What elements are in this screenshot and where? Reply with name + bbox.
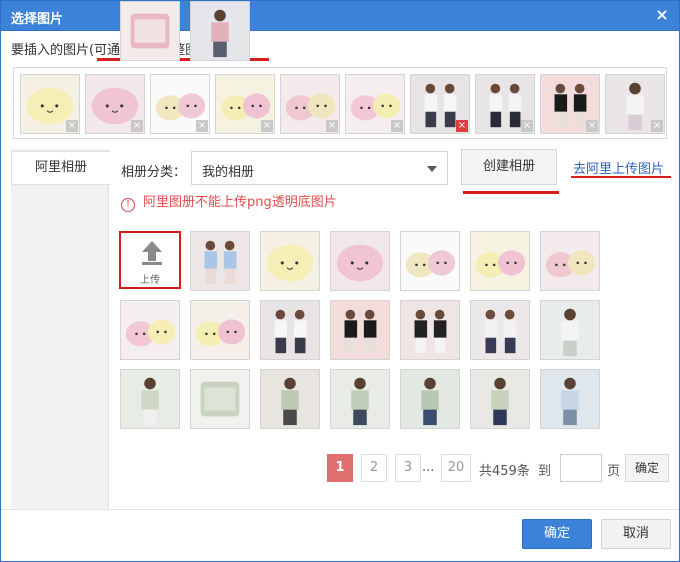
total-count: 共459条: [479, 464, 530, 479]
page-number-input[interactable]: [560, 454, 602, 482]
gallery-image[interactable]: [470, 369, 530, 429]
selected-thumb[interactable]: ×: [215, 74, 275, 134]
dialog-title: 选择图片: [11, 12, 64, 27]
upload-arrow-icon: [142, 241, 162, 265]
page-20[interactable]: 20: [441, 454, 471, 482]
gallery-image[interactable]: [190, 1, 250, 61]
gallery-image[interactable]: [120, 1, 180, 61]
gallery-image[interactable]: [330, 369, 390, 429]
gallery-image[interactable]: [330, 300, 390, 360]
cancel-button[interactable]: 取消: [601, 519, 671, 549]
remove-icon[interactable]: ×: [261, 120, 273, 132]
create-underline: [463, 191, 559, 194]
ok-button[interactable]: 确定: [522, 519, 592, 549]
gallery-image[interactable]: [400, 300, 460, 360]
selected-thumb[interactable]: ×: [85, 74, 145, 134]
page-2[interactable]: 2: [361, 454, 387, 482]
remove-icon[interactable]: ×: [66, 120, 78, 132]
selected-thumb[interactable]: ×: [475, 74, 535, 134]
gallery-image[interactable]: [260, 231, 320, 291]
gallery-image[interactable]: [120, 300, 180, 360]
gallery-image[interactable]: [190, 369, 250, 429]
album-category-select[interactable]: 我的相册: [191, 151, 448, 185]
remove-icon[interactable]: ×: [391, 120, 403, 132]
gallery-image[interactable]: [330, 231, 390, 291]
select-image-dialog: 选择图片 × 要插入的图片(可通过拖拽调整图片顺序) ×××××××××× 阿里…: [0, 0, 680, 562]
page-ellipsis: ...: [422, 460, 435, 475]
gallery-image[interactable]: [120, 369, 180, 429]
remove-icon[interactable]: ×: [131, 120, 143, 132]
gallery-image[interactable]: [260, 300, 320, 360]
upload-link-underline: [571, 176, 671, 178]
gallery-image[interactable]: [400, 231, 460, 291]
warning-text: 阿里图册不能上传png透明底图片: [143, 195, 337, 210]
chevron-down-icon: [427, 166, 437, 172]
page-confirm-button[interactable]: 确定: [625, 454, 669, 482]
title-bar: 选择图片 ×: [1, 1, 679, 31]
remove-icon[interactable]: ×: [521, 120, 533, 132]
warning-icon: !: [121, 198, 135, 212]
selected-thumb[interactable]: ×: [410, 74, 470, 134]
upload-button[interactable]: 上传: [119, 231, 181, 289]
ali-upload-link[interactable]: 去阿里上传图片: [573, 158, 664, 177]
goto-label: 到: [538, 464, 552, 479]
album-sidebar: 阿里相册: [11, 149, 110, 509]
album-category-value: 我的相册: [202, 165, 255, 180]
selected-thumb[interactable]: ×: [150, 74, 210, 134]
page-unit-label: 页: [607, 464, 621, 479]
page-3[interactable]: 3: [395, 454, 421, 482]
gallery-image[interactable]: [540, 369, 600, 429]
selected-thumb[interactable]: ×: [540, 74, 600, 134]
selected-images-strip: × × × × × × × × × ×: [13, 67, 667, 139]
tab-ali-album[interactable]: 阿里相册: [11, 151, 110, 185]
gallery-image[interactable]: [260, 369, 320, 429]
gallery-image[interactable]: [190, 300, 250, 360]
gallery-image[interactable]: [470, 300, 530, 360]
footer-divider: [1, 509, 679, 510]
page-1[interactable]: 1: [327, 454, 353, 482]
selected-thumb[interactable]: ×: [345, 74, 405, 134]
selected-thumb[interactable]: ×: [280, 74, 340, 134]
close-icon[interactable]: ×: [653, 6, 671, 24]
remove-icon[interactable]: ×: [456, 120, 468, 132]
upload-label: 上传: [140, 275, 160, 286]
gallery-image[interactable]: [540, 231, 600, 291]
hint-prefix: 要插入的图片: [11, 43, 90, 58]
remove-icon[interactable]: ×: [651, 120, 663, 132]
gallery-image[interactable]: [400, 369, 460, 429]
selected-thumb[interactable]: ×: [605, 74, 665, 134]
create-album-button[interactable]: 创建相册: [461, 149, 557, 185]
png-warning: ! 阿里图册不能上传png透明底图片: [121, 191, 337, 212]
remove-icon[interactable]: ×: [586, 120, 598, 132]
gallery-image[interactable]: [540, 300, 600, 360]
gallery-image[interactable]: [190, 231, 250, 291]
selected-thumb[interactable]: ×: [20, 74, 80, 134]
category-label: 相册分类：: [121, 165, 187, 180]
gallery-image[interactable]: [470, 231, 530, 291]
remove-icon[interactable]: ×: [196, 120, 208, 132]
remove-icon[interactable]: ×: [326, 120, 338, 132]
